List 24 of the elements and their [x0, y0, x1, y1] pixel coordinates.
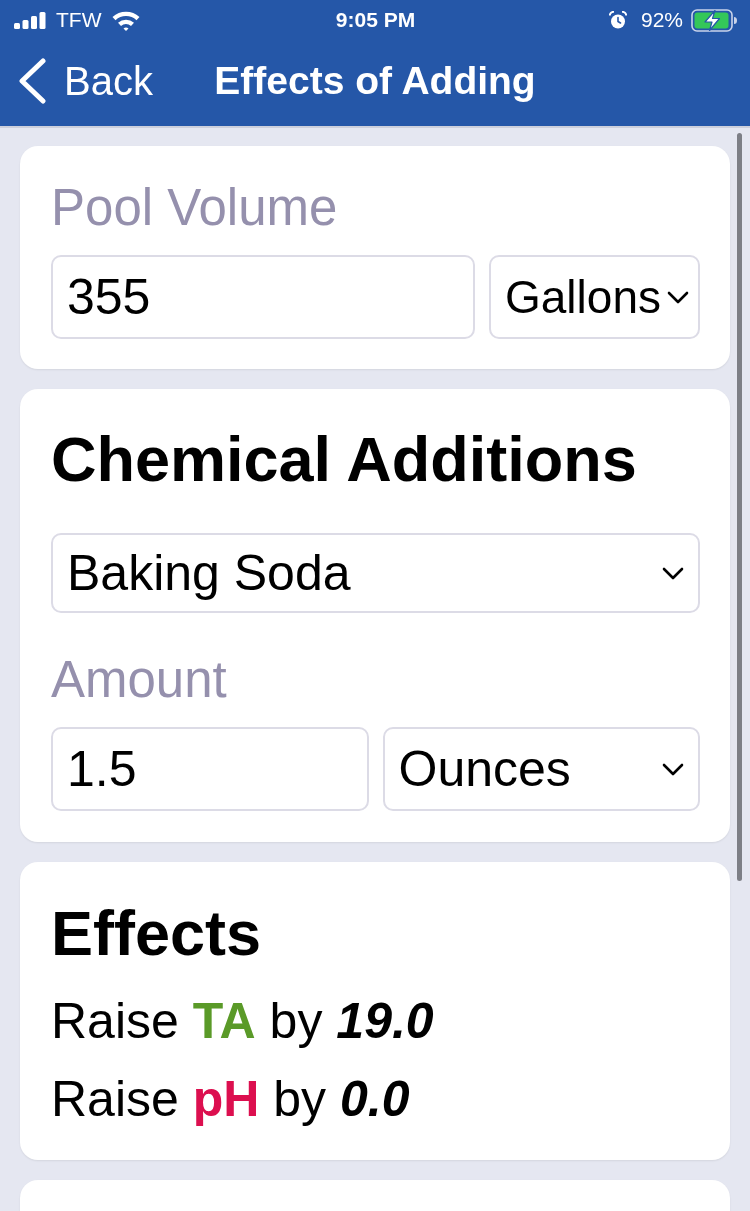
- alarm-clock-icon: [608, 10, 627, 30]
- effect-text: Raise TA by 19.0: [51, 992, 435, 1051]
- chevron-left-icon: [18, 58, 46, 104]
- section-title: Effects: [51, 897, 263, 970]
- signal-icon: [14, 11, 46, 29]
- page-title: Effects of Adding: [214, 58, 536, 104]
- battery-percent: 92%: [640, 8, 683, 32]
- chevron-down-icon: [666, 290, 689, 304]
- battery-charging-icon: [691, 8, 737, 32]
- unit-select[interactable]: Ounces: [382, 727, 700, 811]
- unit-select[interactable]: Gallons: [489, 255, 700, 339]
- effect-text: Raise pH by 0.0: [51, 1070, 411, 1129]
- chemical-select[interactable]: Baking Soda: [51, 533, 700, 613]
- section-title: Chemical Additions: [51, 423, 638, 496]
- status-time: 9:05 PM: [335, 8, 416, 32]
- field-label: Pool Volume: [51, 178, 339, 238]
- amount-input[interactable]: 1.5: [51, 727, 369, 811]
- chevron-down-icon: [662, 566, 684, 580]
- volume-input[interactable]: 355: [51, 255, 475, 339]
- field-label: Amount: [51, 650, 228, 710]
- carrier-name: TFW: [56, 8, 102, 32]
- chevron-down-icon: [662, 762, 684, 776]
- back-button[interactable]: Back: [18, 57, 153, 105]
- wifi-icon: [111, 9, 142, 31]
